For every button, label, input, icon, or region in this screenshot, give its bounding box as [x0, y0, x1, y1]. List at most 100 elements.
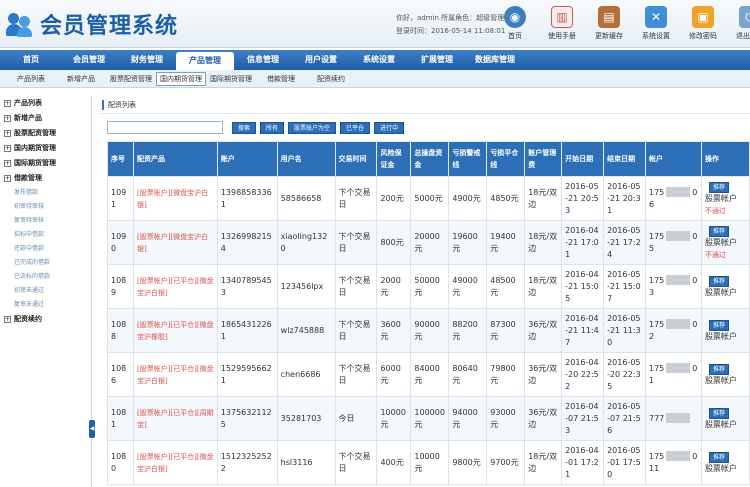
main-nav-tab[interactable]: 首页: [2, 50, 60, 70]
sidebar-group[interactable]: + 配资续约: [0, 312, 91, 327]
main-nav-tab[interactable]: 数据库管理: [466, 50, 524, 70]
filter-button[interactable]: 股票账户为空: [288, 121, 337, 134]
filter-button[interactable]: 进行中: [374, 121, 405, 134]
account-prefix: 175: [649, 231, 665, 241]
filter-button[interactable]: 所有: [260, 121, 285, 134]
cell-time: 下个交易日: [334, 352, 378, 397]
cell-phone: 15123252522: [216, 440, 278, 485]
cell-close: 48500元: [486, 264, 526, 309]
toolbar-label: 更新缓存: [595, 32, 623, 40]
sub-nav-tab[interactable]: 借款管理: [256, 70, 306, 88]
recommend-button[interactable]: 推荐: [708, 319, 729, 331]
cell-fee: 18元/双边: [524, 220, 563, 265]
sidebar-item[interactable]: 已流标的借款: [0, 270, 91, 284]
cell-fee: 18元/双边: [524, 264, 563, 309]
cell-close: 19400元: [486, 220, 526, 265]
sub-nav-tab[interactable]: 股票配资管理: [106, 70, 156, 88]
sidebar-item[interactable]: 还款中借款: [0, 242, 91, 256]
recommend-button[interactable]: 推荐: [708, 225, 729, 237]
stock-account-link[interactable]: 股票帐户: [705, 419, 746, 431]
sidebar-group[interactable]: + 借款管理: [0, 171, 91, 186]
reject-link[interactable]: 不通过: [705, 249, 746, 261]
account-prefix: 175: [649, 319, 665, 329]
cell-end: 2016-05-20 22:35: [603, 352, 646, 397]
sidebar-group[interactable]: + 国内期货管理: [0, 141, 91, 156]
sub-nav-tab[interactable]: 国内期货管理: [156, 72, 206, 86]
column-header: 用户名: [276, 141, 336, 177]
cell-product: [股票帐户][已平仓][微盘宝沪白银]: [132, 440, 218, 485]
sub-nav-tab[interactable]: 配资续约: [306, 70, 356, 88]
cell-total: 50000元: [410, 264, 450, 309]
main-nav-tab[interactable]: 扩展管理: [408, 50, 466, 70]
account-prefix: 175: [649, 187, 665, 197]
cell-phone: 13407895453: [216, 264, 278, 309]
recommend-button[interactable]: 推荐: [708, 275, 729, 287]
sidebar-item[interactable]: 初审待审核: [0, 200, 91, 214]
sub-nav-tab[interactable]: 产品列表: [6, 70, 56, 88]
cell-phone: 15295956621: [216, 352, 278, 397]
chart-icon: ▥: [551, 6, 573, 28]
globe-icon: ◉: [504, 6, 526, 28]
cell-fee: 36元/双边: [524, 352, 563, 397]
sidebar-item[interactable]: 初审未通过: [0, 284, 91, 298]
sidebar-item[interactable]: 已完成的借款: [0, 256, 91, 270]
expand-icon: +: [4, 99, 11, 107]
stock-account-link[interactable]: 股票帐户: [705, 375, 746, 387]
filter-button[interactable]: 搜索: [232, 121, 257, 134]
cell-phone: 13269982154: [216, 220, 278, 265]
main-nav: 首页 会员管理 财务管理 产品管理 信息管理 用户设置 系统设置 扩展管理 数据库管理: [0, 50, 750, 70]
toolbar-item-3[interactable]: ✕ 系统设置: [633, 4, 679, 41]
cell-total: 100000元: [410, 396, 450, 441]
sidebar-group[interactable]: + 股票配资管理: [0, 126, 91, 141]
toolbar-item-1[interactable]: ▥ 使用手册: [539, 4, 585, 41]
recommend-button[interactable]: 推荐: [708, 181, 729, 193]
main-nav-tab[interactable]: 财务管理: [118, 50, 176, 70]
cell-id: 1080: [107, 440, 134, 485]
toolbar-item-5[interactable]: ⏻ 退出后台: [727, 4, 750, 41]
toolbar-item-4[interactable]: ▣ 修改密码: [680, 4, 726, 41]
sidebar-group[interactable]: + 新增产品: [0, 111, 91, 126]
cell-warn: 88200元: [448, 308, 488, 353]
cell-account: 175 06: [645, 176, 702, 221]
main-nav-tab[interactable]: 信息管理: [234, 50, 292, 70]
power-icon: ⏻: [739, 6, 750, 28]
sidebar-group[interactable]: + 国际期货管理: [0, 156, 91, 171]
main-nav-tab[interactable]: 用户设置: [292, 50, 350, 70]
sidebar-item[interactable]: 复审待审核: [0, 214, 91, 228]
main-nav-tab[interactable]: 会员管理: [60, 50, 118, 70]
sub-nav-tab[interactable]: 新增产品: [56, 70, 106, 88]
sub-nav-tab[interactable]: 国际期货管理: [206, 70, 256, 88]
main-nav-tab[interactable]: 产品管理: [176, 52, 234, 70]
stock-account-link[interactable]: 股票帐户: [705, 287, 746, 299]
cell-margin: 6000元: [376, 352, 412, 397]
table-row: 1088 [股票帐户][已平仓][微盘宝沪橡胶] 18654312261 wlz745…: [107, 308, 750, 353]
filter-button[interactable]: 已平仓: [340, 121, 371, 134]
column-header: 亏损警戒线: [448, 141, 488, 177]
sidebar-item[interactable]: 发布借款: [0, 186, 91, 200]
main-nav-tab[interactable]: 系统设置: [350, 50, 408, 70]
stock-account-link[interactable]: 股票帐户: [705, 331, 746, 343]
expand-icon: +: [4, 174, 11, 182]
sidebar-item[interactable]: 招标中借款: [0, 228, 91, 242]
cell-margin: 800元: [376, 220, 412, 265]
table-row: 1086 [股票帐户][已平仓][微盘宝沪白银] 15295956621 chen66…: [107, 352, 750, 397]
cell-time: 下个交易日: [334, 308, 378, 353]
stock-account-link[interactable]: 股票帐户: [705, 237, 746, 249]
sidebar-item[interactable]: 复审未通过: [0, 298, 91, 312]
cell-actions: 推荐 股票帐户: [700, 308, 750, 353]
search-input[interactable]: [107, 121, 223, 134]
sidebar-collapse-handle[interactable]: ◀: [89, 420, 95, 438]
sidebar-group[interactable]: + 产品列表: [0, 96, 91, 111]
stock-account-link[interactable]: 股票帐户: [705, 193, 746, 205]
cell-account: 175 01: [645, 352, 702, 397]
cell-time: 下个交易日: [334, 264, 378, 309]
recommend-button[interactable]: 推荐: [708, 407, 729, 419]
recommend-button[interactable]: 推荐: [708, 451, 729, 463]
toolbar-item-2[interactable]: ▤ 更新缓存: [586, 4, 632, 41]
recommend-button[interactable]: 推荐: [708, 363, 729, 375]
reject-link[interactable]: 不通过: [705, 205, 746, 217]
toolbar-item-0[interactable]: ◉ 首页: [492, 4, 538, 41]
stock-account-link[interactable]: 股票帐户: [705, 463, 746, 475]
cell-phone: 13756321125: [216, 396, 278, 441]
column-header: 帐户: [645, 141, 702, 177]
